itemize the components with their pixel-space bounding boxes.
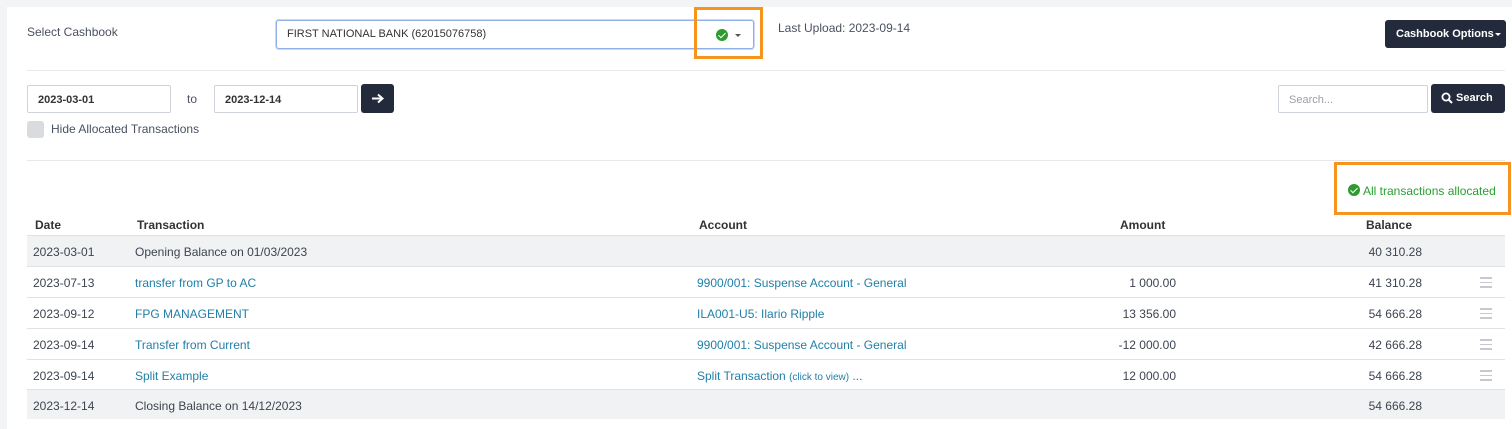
split-transaction-label: Split Transaction	[697, 369, 786, 383]
row-balance: 54 666.28	[1368, 399, 1422, 413]
table-row: 2023-09-14 Split Example Split Transacti…	[27, 359, 1505, 390]
row-account-link[interactable]: 9900/001: Suspense Account - General	[697, 338, 906, 352]
row-amount: -12 000.00	[1118, 338, 1176, 352]
row-balance: 41 310.28	[1368, 276, 1422, 290]
all-allocated-status: All transactions allocated	[1363, 184, 1496, 198]
row-amount: 12 000.00	[1122, 369, 1176, 383]
select-cashbook-label: Select Cashbook	[27, 25, 118, 39]
chevron-down-icon[interactable]	[735, 34, 741, 37]
row-transaction: Closing Balance on 14/12/2023	[135, 399, 302, 413]
header-account: Account	[699, 218, 747, 232]
click-to-view-link[interactable]: (click to view)	[789, 372, 849, 383]
cashbook-select[interactable]: FIRST NATIONAL BANK (62015076758)	[276, 20, 754, 49]
search-placeholder: Search...	[1289, 94, 1334, 106]
from-date-value: 2023-03-01	[38, 94, 95, 106]
row-date: 2023-09-14	[33, 369, 95, 383]
row-date: 2023-03-01	[33, 245, 95, 259]
hamburger-menu-icon[interactable]	[1480, 339, 1492, 350]
check-circle-icon	[716, 29, 728, 41]
header-balance: Balance	[1366, 218, 1413, 232]
header-date: Date	[35, 218, 62, 232]
row-balance: 54 666.28	[1368, 369, 1422, 383]
to-date-value: 2023-12-14	[225, 94, 282, 106]
row-transaction-link[interactable]: Split Example	[135, 369, 208, 383]
last-upload-text: Last Upload: 2023-09-14	[778, 21, 911, 35]
row-amount: 13 356.00	[1122, 307, 1176, 321]
hamburger-menu-icon[interactable]	[1480, 370, 1492, 381]
row-balance: 40 310.28	[1368, 245, 1422, 259]
search-button-label: Search	[1456, 92, 1493, 104]
arrow-right-icon	[372, 93, 385, 104]
search-icon	[1441, 92, 1453, 104]
header-amount: Amount	[1120, 218, 1166, 232]
row-balance: 42 666.28	[1368, 338, 1422, 352]
to-label: to	[187, 92, 198, 106]
row-date: 2023-07-13	[33, 276, 95, 290]
hamburger-menu-icon[interactable]	[1480, 308, 1492, 319]
table-row-opening: 2023-03-01 Opening Balance on 01/03/2023…	[27, 235, 1505, 266]
search-input[interactable]: Search...	[1278, 85, 1428, 113]
divider	[27, 70, 1505, 71]
table-row: 2023-07-13 transfer from GP to AC 9900/0…	[27, 266, 1505, 297]
row-account-link[interactable]: 9900/001: Suspense Account - General	[697, 276, 906, 290]
row-transaction: Opening Balance on 01/03/2023	[135, 245, 308, 259]
search-button[interactable]: Search	[1431, 84, 1505, 113]
table-row: 2023-09-12 FPG MANAGEMENT ILA001-U5: Ila…	[27, 297, 1505, 328]
cashbook-options-label: Cashbook Options	[1396, 28, 1494, 40]
cashbook-status-highlight	[694, 7, 763, 59]
row-balance: 54 666.28	[1368, 307, 1422, 321]
row-date: 2023-12-14	[33, 399, 95, 413]
cashbook-selected-value: FIRST NATIONAL BANK (62015076758)	[287, 28, 487, 40]
hamburger-menu-icon[interactable]	[1480, 277, 1492, 288]
row-amount: 1 000.00	[1129, 276, 1176, 290]
table-row: 2023-09-14 Transfer from Current 9900/00…	[27, 328, 1505, 359]
hide-allocated-label: Hide Allocated Transactions	[51, 122, 200, 136]
row-transaction-link[interactable]: FPG MANAGEMENT	[135, 307, 249, 321]
apply-date-button[interactable]	[361, 84, 394, 113]
header-transaction: Transaction	[137, 218, 205, 232]
hide-allocated-checkbox[interactable]	[27, 121, 44, 138]
split-ellipsis: ...	[849, 369, 863, 383]
row-transaction-link[interactable]: transfer from GP to AC	[135, 276, 256, 290]
row-date: 2023-09-12	[33, 307, 95, 321]
row-account-split[interactable]: Split Transaction (click to view) ...	[697, 369, 862, 383]
check-circle-icon	[1348, 184, 1360, 196]
to-date-input[interactable]: 2023-12-14	[214, 85, 358, 113]
from-date-input[interactable]: 2023-03-01	[27, 85, 171, 113]
row-date: 2023-09-14	[33, 338, 95, 352]
table-row-closing: 2023-12-14 Closing Balance on 14/12/2023…	[27, 389, 1505, 419]
caret-down-icon	[1495, 33, 1501, 36]
row-account-link[interactable]: ILA001-U5: Ilario Ripple	[697, 307, 824, 321]
row-transaction-link[interactable]: Transfer from Current	[135, 338, 250, 352]
cashbook-options-button[interactable]: Cashbook Options	[1385, 20, 1506, 48]
divider	[27, 160, 1505, 161]
